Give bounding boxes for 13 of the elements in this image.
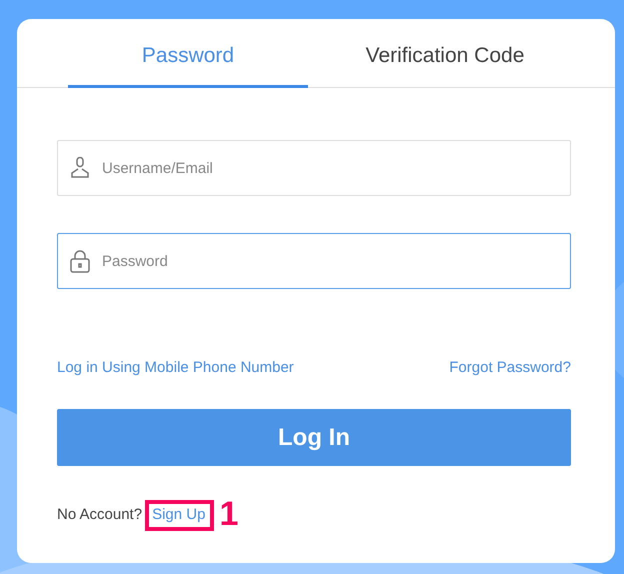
tab[interactable]: Verification Code bbox=[308, 19, 582, 88]
mobile-login-link[interactable]: Log in Using Mobile Phone Number bbox=[57, 359, 294, 376]
username-field[interactable]: Username/Email bbox=[57, 140, 571, 196]
password-field[interactable]: Password bbox=[57, 233, 571, 289]
no-account-text: No Account? bbox=[57, 506, 142, 523]
annotation-number: 1 bbox=[219, 497, 238, 531]
lock-icon bbox=[69, 249, 91, 273]
sign-up-link[interactable]: Sign Up bbox=[152, 506, 206, 523]
annotation-box bbox=[145, 500, 214, 531]
forgot-password-link[interactable]: Forgot Password? bbox=[449, 359, 571, 376]
user-icon bbox=[69, 157, 91, 179]
tab[interactable]: Password bbox=[68, 19, 308, 88]
login-button[interactable]: Log In bbox=[57, 409, 571, 466]
